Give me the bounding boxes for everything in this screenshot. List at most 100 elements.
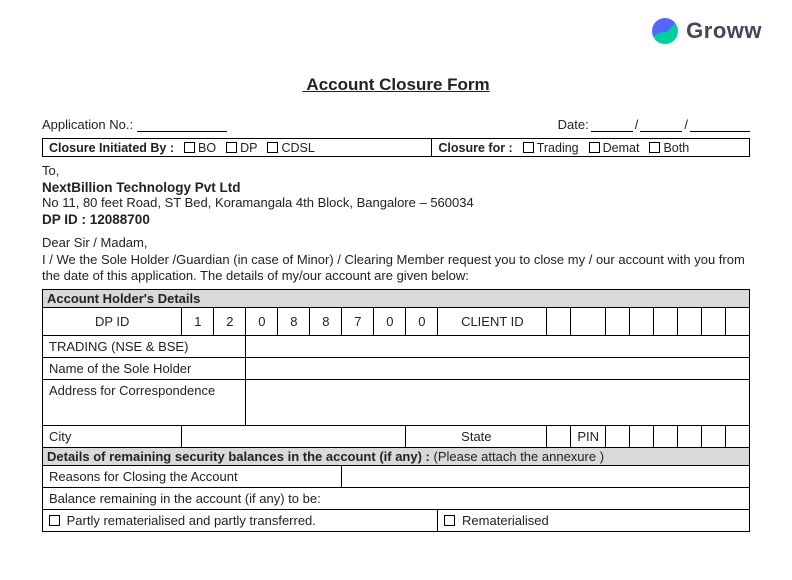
checkbox-demat[interactable]: Demat xyxy=(589,141,640,155)
table-row: Reasons for Closing the Account xyxy=(43,465,750,487)
table-row: Name of the Sole Holder xyxy=(43,357,750,379)
dp-label: DP xyxy=(240,141,257,155)
pin-label: PIN xyxy=(571,425,606,447)
pin-input[interactable] xyxy=(654,425,678,447)
date-year-input[interactable] xyxy=(690,118,750,132)
section-balances: Details of remaining security balances i… xyxy=(43,447,750,465)
clientid-input[interactable] xyxy=(654,307,678,335)
section-account-holder: Account Holder's Details xyxy=(42,289,750,307)
correspondence-address-label: Address for Correspondence xyxy=(43,379,246,425)
option-remat[interactable]: Rematerialised xyxy=(438,509,750,531)
table-row: City State PIN xyxy=(43,425,750,447)
form-page: Account Closure Form Application No.: Da… xyxy=(0,0,792,532)
appno-label: Application No.: xyxy=(42,117,133,132)
city-label: City xyxy=(43,425,182,447)
clientid-input[interactable] xyxy=(547,307,571,335)
pin-input[interactable] xyxy=(606,425,630,447)
closure-initiated-box: Closure Initiated By : BO DP CDSL xyxy=(42,138,431,157)
checkbox-cdsl[interactable]: CDSL xyxy=(267,141,314,155)
dpid-digit: 0 xyxy=(406,307,438,335)
checkbox-bo[interactable]: BO xyxy=(184,141,216,155)
clientid-input[interactable] xyxy=(702,307,726,335)
brand-logo-icon xyxy=(652,18,678,44)
checkbox-icon xyxy=(184,142,195,153)
checkbox-icon xyxy=(226,142,237,153)
cdsl-label: CDSL xyxy=(281,141,314,155)
clientid-input[interactable] xyxy=(571,307,606,335)
date-field: Date: / / xyxy=(558,117,750,132)
trading-label: Trading xyxy=(537,141,579,155)
page-title: Account Closure Form xyxy=(42,75,750,95)
table-row: Address for Correspondence xyxy=(43,379,750,425)
to-label: To, xyxy=(42,163,750,178)
dpid-digit: 2 xyxy=(214,307,246,335)
table-row: Partly rematerialised and partly transfe… xyxy=(43,509,750,531)
date-slash-1: / xyxy=(635,117,639,132)
opt2-label: Rematerialised xyxy=(462,513,549,528)
state-label: State xyxy=(406,425,547,447)
dpid-row: DP ID 1 2 0 8 8 7 0 0 CLIENT ID xyxy=(43,307,750,335)
trading-input[interactable] xyxy=(246,335,750,357)
appno-input[interactable] xyxy=(137,118,227,132)
date-month-input[interactable] xyxy=(640,118,682,132)
state-input[interactable] xyxy=(547,425,571,447)
reasons-label: Reasons for Closing the Account xyxy=(43,465,342,487)
date-slash-2: / xyxy=(684,117,688,132)
closure-for-box: Closure for : Trading Demat Both xyxy=(431,138,750,157)
row-app-date: Application No.: Date: / / xyxy=(42,117,750,132)
pin-input[interactable] xyxy=(726,425,750,447)
checkbox-icon xyxy=(649,142,660,153)
intro-text: I / We the Sole Holder /Guardian (in cas… xyxy=(42,252,750,285)
table-row: Balance remaining in the account (if any… xyxy=(43,487,750,509)
company-name: NextBillion Technology Pvt Ltd xyxy=(42,180,750,195)
dpid-digit: 8 xyxy=(278,307,310,335)
opt1-label: Partly rematerialised and partly transfe… xyxy=(67,513,316,528)
dp-id-line: DP ID : 12088700 xyxy=(42,212,750,227)
checkbox-icon xyxy=(444,515,455,526)
closurefor-label: Closure for : xyxy=(438,141,512,155)
clientid-input[interactable] xyxy=(726,307,750,335)
brand: Groww xyxy=(652,18,762,44)
checkbox-dp[interactable]: DP xyxy=(226,141,257,155)
reasons-input[interactable] xyxy=(342,465,750,487)
balances-title: Details of remaining security balances i… xyxy=(47,449,433,464)
checkbox-icon xyxy=(589,142,600,153)
balance-label: Balance remaining in the account (if any… xyxy=(43,487,750,509)
section-balances-header: Details of remaining security balances i… xyxy=(43,447,750,465)
balances-note: (Please attach the annexure ) xyxy=(433,449,604,464)
both-label: Both xyxy=(663,141,689,155)
dpid-label: DP ID xyxy=(43,307,182,335)
trading-label: TRADING (NSE & BSE) xyxy=(43,335,246,357)
checkbox-icon xyxy=(49,515,60,526)
dpid-digit: 0 xyxy=(246,307,278,335)
date-label: Date: xyxy=(558,117,589,132)
bo-label: BO xyxy=(198,141,216,155)
pin-input[interactable] xyxy=(678,425,702,447)
checkbox-trading[interactable]: Trading xyxy=(523,141,579,155)
checkbox-icon xyxy=(523,142,534,153)
sole-holder-input[interactable] xyxy=(246,357,750,379)
correspondence-address-input[interactable] xyxy=(246,379,750,425)
option-partly[interactable]: Partly rematerialised and partly transfe… xyxy=(43,509,438,531)
clientid-label: CLIENT ID xyxy=(438,307,547,335)
dpid-digit: 7 xyxy=(342,307,374,335)
clientid-input[interactable] xyxy=(606,307,630,335)
demat-label: Demat xyxy=(603,141,640,155)
dpid-digit: 1 xyxy=(182,307,214,335)
city-input[interactable] xyxy=(182,425,406,447)
checkbox-both[interactable]: Both xyxy=(649,141,689,155)
closure-row: Closure Initiated By : BO DP CDSL Closur… xyxy=(42,138,750,157)
salutation: Dear Sir / Madam, xyxy=(42,235,750,250)
initiated-label: Closure Initiated By : xyxy=(49,141,174,155)
dpid-digit: 0 xyxy=(374,307,406,335)
account-holder-table: DP ID 1 2 0 8 8 7 0 0 CLIENT ID TRADING … xyxy=(42,307,750,532)
clientid-input[interactable] xyxy=(630,307,654,335)
date-day-input[interactable] xyxy=(591,118,633,132)
pin-input[interactable] xyxy=(702,425,726,447)
dpid-digit: 8 xyxy=(310,307,342,335)
company-address: No 11, 80 feet Road, ST Bed, Koramangala… xyxy=(42,195,750,210)
checkbox-icon xyxy=(267,142,278,153)
brand-name: Groww xyxy=(686,18,762,44)
pin-input[interactable] xyxy=(630,425,654,447)
clientid-input[interactable] xyxy=(678,307,702,335)
